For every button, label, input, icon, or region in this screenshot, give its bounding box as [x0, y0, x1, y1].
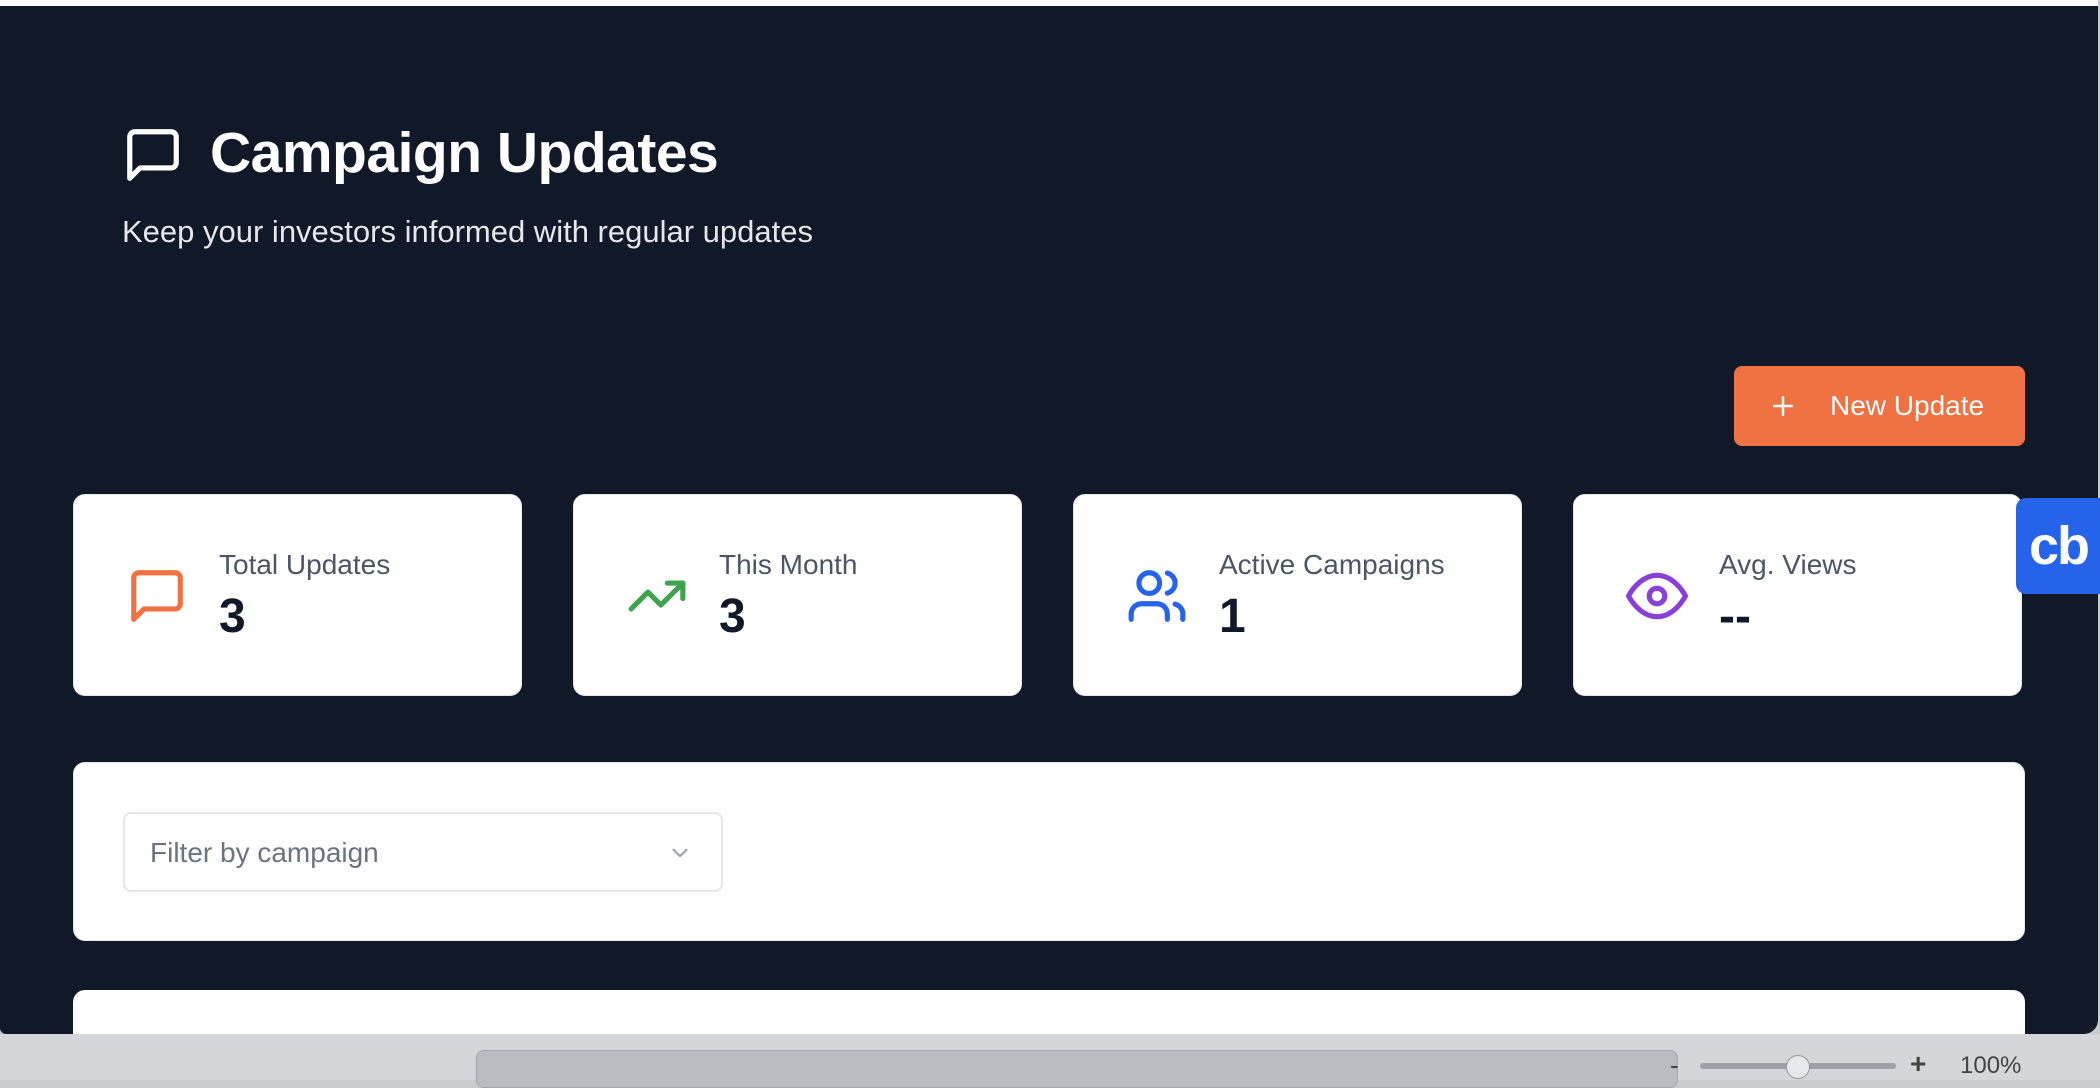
message-square-icon [131, 570, 183, 622]
users-icon [1128, 570, 1186, 622]
zoom-out-button[interactable]: - [1670, 1050, 1679, 1081]
background-dock [476, 1050, 1678, 1088]
stat-card-total-updates: Total Updates 3 [73, 494, 522, 696]
new-update-button[interactable]: New Update [1734, 366, 2025, 446]
stat-value: 3 [719, 590, 746, 643]
page-subtitle: Keep your investors informed with regula… [122, 214, 813, 249]
stat-card-avg-views: Avg. Views -- [1573, 494, 2022, 696]
message-square-icon [127, 129, 179, 181]
stat-card-this-month: This Month 3 [573, 494, 1022, 696]
zoom-level: 100% [1960, 1052, 2022, 1079]
stat-value: 3 [219, 590, 246, 643]
stat-label: Avg. Views [1719, 549, 1857, 580]
zoom-slider-knob[interactable] [1786, 1055, 1810, 1079]
stat-label: Active Campaigns [1219, 549, 1445, 580]
chevron-down-icon [672, 848, 688, 858]
eye-icon [1626, 572, 1688, 620]
updates-list-panel [73, 990, 2025, 1034]
campaign-filter-select[interactable]: Filter by campaign [123, 812, 723, 892]
new-update-label: New Update [1830, 390, 1985, 421]
trending-up-icon [628, 580, 686, 612]
filter-placeholder: Filter by campaign [150, 837, 379, 868]
chat-widget-button[interactable]: cb [2016, 498, 2100, 594]
stat-label: Total Updates [219, 549, 391, 580]
page-title: Campaign Updates [210, 121, 719, 185]
stat-label: This Month [719, 549, 858, 580]
plus-icon [1773, 396, 1793, 416]
filter-panel: Filter by campaign [73, 762, 2025, 941]
stat-value: 1 [1219, 590, 1246, 643]
zoom-in-button[interactable]: + [1910, 1048, 1926, 1080]
top-strip [0, 0, 2098, 6]
app-window: Campaign Updates Keep your investors inf… [0, 0, 2098, 1034]
stat-value: -- [1719, 590, 1751, 643]
stat-card-active-campaigns: Active Campaigns 1 [1073, 494, 1522, 696]
